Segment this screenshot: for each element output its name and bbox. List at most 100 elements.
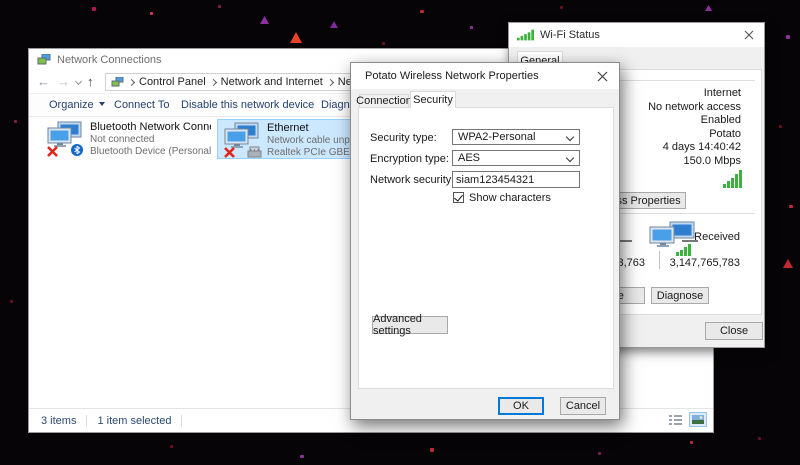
connection-values: Internet No network access Enabled Potat… [648,87,741,168]
tab-security[interactable]: Security [410,91,456,108]
duration-value: 4 days 14:40:42 [662,141,741,153]
received-label: Received [694,231,740,243]
ssid-value: Potato [709,127,741,140]
chevron-down-icon [565,153,575,163]
wireless-properties-dialog: Potato Wireless Network Properties Conne… [350,62,620,420]
connection-device: Bluetooth Device (Personal Area ... [90,145,211,157]
desktop-speck [598,452,601,455]
desktop-speck [779,125,782,128]
thumbnail-view-icon[interactable] [689,412,707,427]
security-type-label: Security type: [370,132,437,144]
pd-security-page: Security type: WPA2-Personal Encryption … [358,107,614,389]
back-icon[interactable]: ← [37,74,50,89]
close-label: Close [719,325,749,337]
desktop-speck [14,120,17,123]
bluetooth-adapter-icon [47,121,83,157]
breadcrumb-chevron-icon[interactable] [127,78,136,86]
ipv4-connectivity-value: Internet [703,87,741,99]
signal-quality-icon [723,170,742,188]
organize-menu[interactable]: Organize [49,99,105,111]
desktop-speck [786,35,790,39]
desktop-speck [783,259,793,268]
desktop-speck [470,26,473,29]
security-type-value: WPA2-Personal [458,131,536,143]
tab-connection[interactable]: Connection [356,94,412,107]
show-characters-checkbox[interactable] [453,192,464,203]
connection-status: Not connected [90,134,155,145]
connection-name: Bluetooth Network Connection [90,121,211,133]
tab-security-label: Security [413,94,453,106]
ws-title-bar[interactable]: Wi-Fi Status [509,23,764,47]
desktop-speck [150,12,153,15]
diagnose-button[interactable]: Diagnose [651,287,709,304]
sent-value: 3,763 [617,257,645,269]
breadcrumb-location-icon [111,76,124,86]
selection-count: 1 item selected [97,414,172,427]
close-button[interactable]: Close [705,322,763,340]
breadcrumb-chevron-icon[interactable] [209,78,217,86]
status-separator [181,414,183,427]
disable-device-button[interactable]: Disable this network device [181,99,314,111]
wifi-signal-icon [517,29,534,41]
recent-locations-icon[interactable] [74,77,83,86]
encryption-type-select[interactable]: AES [452,150,580,166]
ok-button[interactable]: OK [498,397,544,415]
activity-column-divider [659,251,660,269]
tab-connection-label: Connection [356,95,412,107]
advanced-settings-label: Advanced settings [373,313,422,337]
activity-computers-icon [649,221,695,256]
connect-to-button[interactable]: Connect To [114,99,169,111]
desktop-speck [705,5,712,11]
desktop-speck [420,10,424,13]
desktop-speck [170,445,173,448]
cancel-label: Cancel [565,400,601,412]
advanced-settings-button[interactable]: Advanced settings [372,313,448,337]
pd-dialog-title: Potato Wireless Network Properties [365,70,539,82]
speed-value: 150.0 Mbps [683,154,741,167]
desktop-speck [260,16,269,24]
bluetooth-badge-icon [71,144,83,156]
encryption-type-label: Encryption type: [370,153,449,165]
desktop-speck [92,7,96,11]
pd-close-icon[interactable] [585,63,619,89]
ethernet-adapter-icon [224,122,262,158]
up-icon[interactable]: ↑ [87,74,94,89]
forward-icon[interactable]: → [57,74,70,89]
received-value: 3,147,765,783 [669,257,740,269]
chevron-down-icon [565,132,575,142]
ok-label: OK [513,400,529,412]
connection-item-bluetooth[interactable]: Bluetooth Network Connection Not connect… [41,119,215,159]
network-connections-icon [37,54,51,65]
desktop-speck [330,21,338,28]
desktop: Network Connections ← → ↑ Control Panel … [0,0,800,465]
security-type-select[interactable]: WPA2-Personal [452,129,580,145]
desktop-speck [690,441,693,444]
pd-title-bar[interactable]: Potato Wireless Network Properties [351,63,619,89]
desktop-speck [382,42,385,45]
checkmark-icon [454,192,463,202]
nc-window-title: Network Connections [57,54,162,66]
network-key-input[interactable] [452,171,580,188]
ethernet-badge-icon [247,146,262,158]
cancel-button[interactable]: Cancel [560,397,606,415]
desktop-speck [10,300,13,303]
breadcrumb-control-panel[interactable]: Control Panel [139,76,206,88]
breadcrumb-chevron-icon[interactable] [326,78,334,86]
show-characters-label: Show characters [469,192,551,204]
ws-close-icon[interactable] [734,23,764,47]
item-count: 3 items [41,414,77,427]
breadcrumb-network-and-internet[interactable]: Network and Internet [221,76,323,88]
desktop-speck [560,6,563,9]
ws-window-title: Wi-Fi Status [540,29,600,41]
desktop-speck [430,448,434,452]
chevron-down-icon [98,102,105,106]
encryption-type-value: AES [458,152,481,164]
media-state-value: Enabled [700,114,741,126]
status-separator [86,414,88,427]
list-view-icon[interactable] [668,414,683,430]
desktop-speck [218,5,221,8]
ipv6-connectivity-value: No network access [648,100,741,113]
diagnose-label: Diagnose [656,289,704,302]
desktop-speck [758,437,761,440]
desktop-speck [789,205,793,208]
